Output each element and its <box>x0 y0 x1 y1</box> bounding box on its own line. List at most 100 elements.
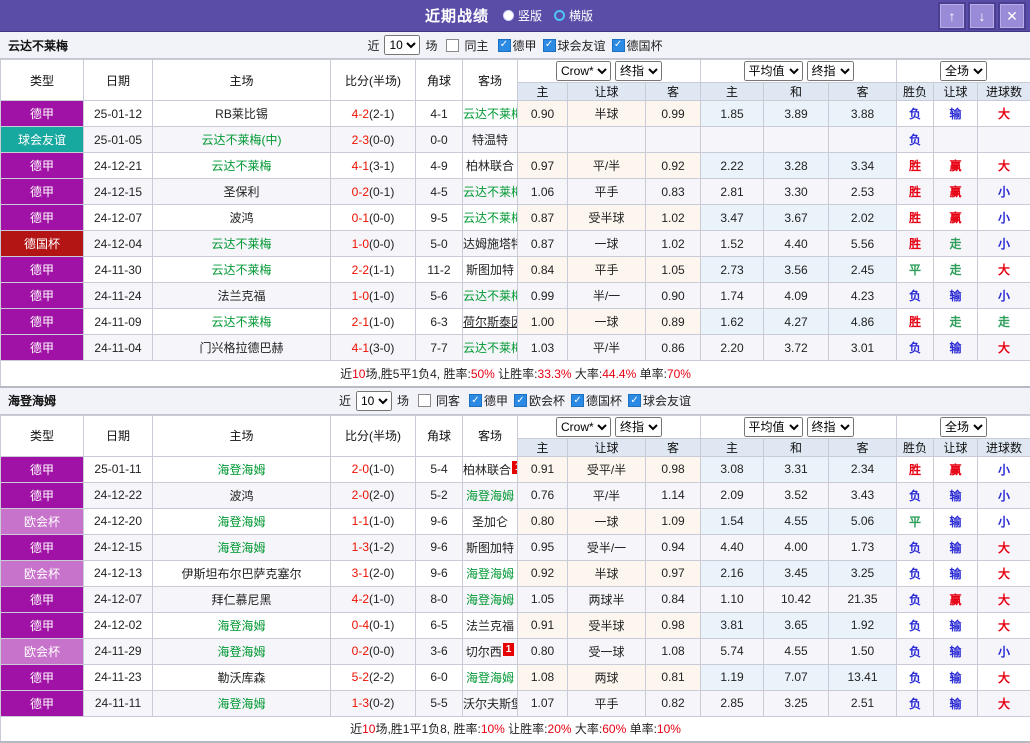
team-link[interactable]: 海登海姆 <box>217 541 265 555</box>
league-checkbox-德甲[interactable]: ✓德甲 <box>463 392 508 409</box>
team-link[interactable]: 云达不莱梅 <box>463 185 518 199</box>
recent-count-select[interactable]: 10 <box>356 391 392 411</box>
fullmatch-select[interactable]: 全场 <box>940 417 987 437</box>
team-link[interactable]: 波鸿 <box>229 489 253 503</box>
team-link[interactable]: 拜仁慕尼黑 <box>211 593 271 607</box>
arrow-down-icon: ↓ <box>979 9 986 23</box>
match-date: 24-11-29 <box>84 638 153 664</box>
col-away: 客场 <box>463 60 518 101</box>
league-checkbox-德国杯[interactable]: ✓德国杯 <box>565 392 622 409</box>
summary-segment: 10 <box>362 722 375 736</box>
team-link[interactable]: 云达不莱梅 <box>463 211 518 225</box>
odds-home-cell: 0.91 <box>518 456 568 482</box>
odds-handicap-cell: 两球半 <box>568 586 646 612</box>
halftime-score: (1-0) <box>369 592 394 606</box>
away-team-cell: 云达不莱梅 <box>463 205 518 231</box>
team-link[interactable]: 云达不莱梅 <box>463 341 518 355</box>
team-link[interactable]: 海登海姆 <box>217 619 265 633</box>
team-link[interactable]: 特温特 <box>472 133 508 147</box>
league-checkbox-德甲[interactable]: ✓德甲 <box>492 37 537 54</box>
team-link[interactable]: 波鸿 <box>229 211 253 225</box>
team-link[interactable]: 沃尔夫斯堡 <box>463 697 518 711</box>
avg-draw-cell: 4.09 <box>764 283 829 309</box>
corner-cell: 5-5 <box>416 690 463 716</box>
winlose-result-cell: 胜 <box>897 153 934 179</box>
average-select[interactable]: 平均值 <box>744 417 803 437</box>
match-row: 德甲24-11-30云达不莱梅2-2(1-1)11-2斯图加特0.84平手1.0… <box>1 257 1030 283</box>
same-away-checkbox[interactable] <box>418 394 431 407</box>
radio-vertical[interactable]: 竖版 <box>503 7 542 24</box>
average-select[interactable]: 平均值 <box>744 61 803 81</box>
final-odds-select[interactable]: 终指 <box>615 61 662 81</box>
team-link[interactable]: 柏林联合 <box>463 463 511 477</box>
close-button[interactable]: ✕ <box>1000 4 1024 28</box>
final-odds-select-2[interactable]: 终指 <box>807 417 854 437</box>
odds-away-cell: 0.98 <box>646 612 701 638</box>
league-checkbox-label: 德国杯 <box>627 37 663 54</box>
match-date: 25-01-05 <box>84 127 153 153</box>
away-team-cell: 斯图加特 <box>463 534 518 560</box>
team-link[interactable]: 海登海姆 <box>466 671 514 685</box>
team-link[interactable]: 圣保利 <box>223 185 259 199</box>
fullmatch-select[interactable]: 全场 <box>940 61 987 81</box>
handicap-result-cell: 赢 <box>934 153 978 179</box>
team-link[interactable]: 圣加仑 <box>472 515 508 529</box>
corner-cell: 6-0 <box>416 664 463 690</box>
near-label: 近 <box>339 392 351 409</box>
corner-cell: 5-2 <box>416 482 463 508</box>
team-link[interactable]: 伊斯坦布尔巴萨克塞尔 <box>181 567 301 581</box>
handicap-result-cell: 赢 <box>934 205 978 231</box>
team-link[interactable]: 海登海姆 <box>217 697 265 711</box>
team-link[interactable]: 云达不莱梅 <box>211 159 271 173</box>
match-date: 25-01-11 <box>84 456 153 482</box>
team-link[interactable]: 勒沃库森 <box>217 671 265 685</box>
team-link[interactable]: 斯图加特 <box>466 541 514 555</box>
team-link[interactable]: 柏林联合 <box>466 159 514 173</box>
fulltime-score: 1-0 <box>352 289 369 303</box>
bookmaker-select[interactable]: Crow* <box>556 417 611 437</box>
team-link[interactable]: 云达不莱梅 <box>211 237 271 251</box>
team-link[interactable]: 法兰克福 <box>217 289 265 303</box>
team-link[interactable]: 门兴格拉德巴赫 <box>199 341 283 355</box>
team-link[interactable]: RB莱比锡 <box>215 107 268 121</box>
league-checkbox-德国杯[interactable]: ✓德国杯 <box>606 37 663 54</box>
handicap-result-cell: 输 <box>934 612 978 638</box>
team-link[interactable]: 切尔西 <box>466 645 502 659</box>
match-row: 德甲24-12-07波鸿0-1(0-0)9-5云达不莱梅0.87受半球1.023… <box>1 205 1030 231</box>
team-link[interactable]: 海登海姆 <box>466 593 514 607</box>
bookmaker-select[interactable]: Crow* <box>556 61 611 81</box>
team-link[interactable]: 海登海姆 <box>217 463 265 477</box>
team-link[interactable]: 斯图加特 <box>466 263 514 277</box>
same-home-checkbox[interactable] <box>446 39 459 52</box>
team-link[interactable]: 云达不莱梅(中) <box>202 133 282 147</box>
team-link[interactable]: 海登海姆 <box>466 489 514 503</box>
final-odds-select-2[interactable]: 终指 <box>807 61 854 81</box>
team-link[interactable]: 达姆施塔特 <box>463 237 518 251</box>
team-link[interactable]: 荷尔斯泰因 <box>463 315 518 329</box>
odds-handicap-cell <box>568 127 646 153</box>
recent-count-select[interactable]: 10 <box>384 35 420 55</box>
league-checkbox-球会友谊[interactable]: ✓球会友谊 <box>537 37 606 54</box>
scroll-down-button[interactable]: ↓ <box>970 4 994 28</box>
team-link[interactable]: 海登海姆 <box>466 567 514 581</box>
avg-home-cell: 2.09 <box>701 482 764 508</box>
winlose-result-cell: 胜 <box>897 309 934 335</box>
checkbox-checked-icon: ✓ <box>543 39 556 52</box>
team-link[interactable]: 云达不莱梅 <box>463 107 518 121</box>
league-checkbox-group: ✓德甲✓欧会杯✓德国杯✓球会友谊 <box>463 392 691 410</box>
radio-horizontal[interactable]: 横版 <box>554 7 593 24</box>
score-cell: 2-1(1-0) <box>331 309 416 335</box>
odds-away-cell: 1.14 <box>646 482 701 508</box>
summary-segment: 让胜率: <box>495 367 538 381</box>
scroll-up-button[interactable]: ↑ <box>940 4 964 28</box>
league-checkbox-球会友谊[interactable]: ✓球会友谊 <box>622 392 691 409</box>
final-odds-select[interactable]: 终指 <box>615 417 662 437</box>
team-link[interactable]: 海登海姆 <box>217 645 265 659</box>
team-link[interactable]: 法兰克福 <box>466 619 514 633</box>
team-link[interactable]: 云达不莱梅 <box>463 289 518 303</box>
team-link[interactable]: 云达不莱梅 <box>211 263 271 277</box>
team-link[interactable]: 云达不莱梅 <box>211 315 271 329</box>
league-checkbox-欧会杯[interactable]: ✓欧会杯 <box>508 392 565 409</box>
match-date: 24-12-02 <box>84 612 153 638</box>
team-link[interactable]: 海登海姆 <box>217 515 265 529</box>
